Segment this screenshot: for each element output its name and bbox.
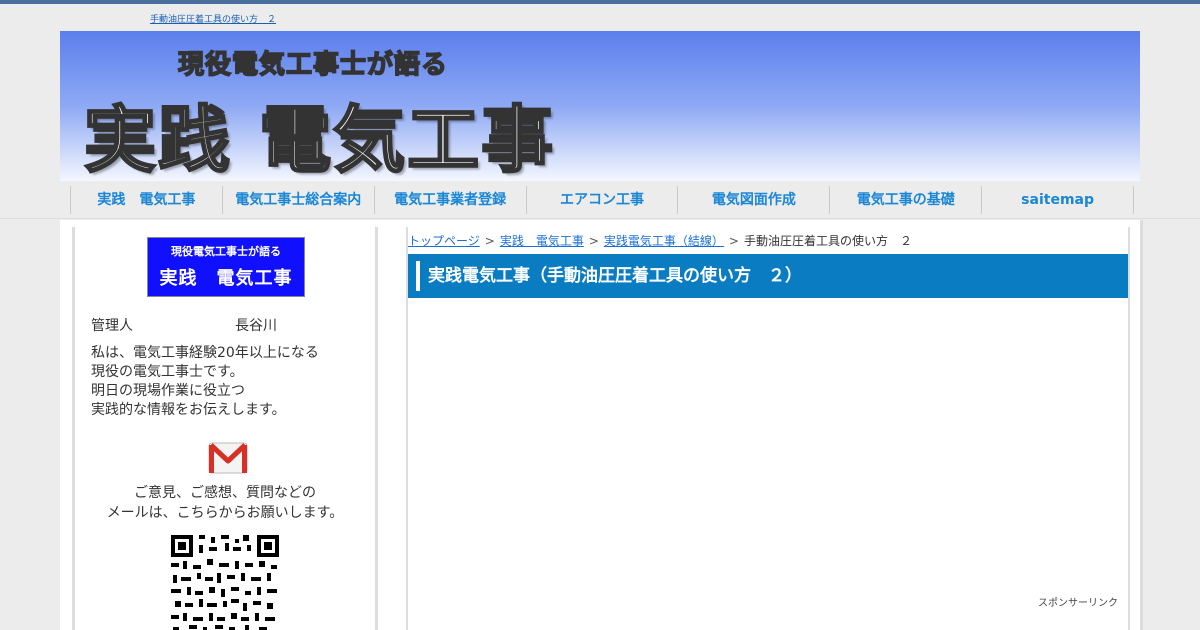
breadcrumb: トップページ > 実践 電気工事 > 実践電気工事（結線） > 手動油圧圧着工具の使い方 ２ bbox=[408, 232, 912, 249]
sponsor-label: スポンサーリンク bbox=[1038, 598, 1118, 609]
nav-item-jissen[interactable]: 実践 電気工事 bbox=[70, 186, 222, 214]
contact-line: ご意見、ご感想、質問などの bbox=[134, 485, 316, 501]
main-column: トップページ > 実践 電気工事 > 実践電気工事（結線） > 手動油圧圧着工具の使い方 ２… bbox=[406, 227, 1130, 630]
admin-info: 管理人 長谷川 bbox=[91, 315, 277, 335]
intro-line: 明日の現場作業に役立つ bbox=[91, 383, 245, 399]
right-edge bbox=[1140, 220, 1143, 630]
contact-line: メールは、こちらからお願いします。 bbox=[106, 505, 344, 521]
gmail-icon[interactable] bbox=[207, 437, 249, 479]
intro-line: 実践的な情報をお伝えします。 bbox=[91, 402, 286, 418]
top-page-link[interactable]: 手動油圧圧着工具の使い方 ２ bbox=[150, 12, 276, 25]
nav-item-sitemap[interactable]: saitemap bbox=[981, 186, 1135, 214]
header-subtitle: 現役電気工事士が語る bbox=[177, 49, 449, 81]
nav-item-basics[interactable]: 電気工事の基礎 bbox=[829, 186, 981, 214]
breadcrumb-separator: > bbox=[728, 234, 739, 248]
contact-text: ご意見、ご感想、質問などの メールは、こちらからお願いします。 bbox=[75, 483, 375, 523]
breadcrumb-separator: > bbox=[588, 234, 599, 248]
nav-item-drawing[interactable]: 電気図面作成 bbox=[677, 186, 829, 214]
content-area: 現役電気工事士が語る 実践 電気工事 管理人 長谷川 私は、電気工事経験20年以… bbox=[60, 220, 1142, 630]
admin-name: 長谷川 bbox=[235, 318, 277, 334]
intro-line: 私は、電気工事経験20年以上になる bbox=[91, 345, 319, 361]
nav-item-contractor-registration[interactable]: 電気工事業者登録 bbox=[373, 186, 526, 214]
header-title: 実践 電気工事 bbox=[83, 97, 556, 184]
admin-label: 管理人 bbox=[91, 318, 133, 334]
qr-code-icon bbox=[169, 533, 281, 630]
intro-text: 私は、電気工事経験20年以上になる 現役の電気工事士です。 明日の現場作業に役立… bbox=[91, 344, 319, 420]
sidebar-logo-line2: 実践 電気工事 bbox=[159, 268, 293, 289]
sidebar: 現役電気工事士が語る 実践 電気工事 管理人 長谷川 私は、電気工事経験20年以… bbox=[72, 227, 378, 630]
breadcrumb-link-jissen[interactable]: 実践 電気工事 bbox=[500, 234, 584, 248]
nav-bar: 実践 電気工事 電気工事士総合案内 電気工事業者登録 エアコン工事 電気図面作成… bbox=[0, 181, 1200, 219]
nav-item-aircon[interactable]: エアコン工事 bbox=[525, 186, 678, 214]
breadcrumb-current: 手動油圧圧着工具の使い方 ２ bbox=[743, 234, 912, 248]
breadcrumb-separator: > bbox=[484, 234, 495, 248]
sidebar-logo-line1: 現役電気工事士が語る bbox=[171, 245, 281, 258]
title-accent bbox=[416, 261, 420, 291]
sidebar-logo[interactable]: 現役電気工事士が語る 実践 電気工事 bbox=[147, 237, 305, 297]
nav-item-electrician-guide[interactable]: 電気工事士総合案内 bbox=[221, 186, 374, 214]
top-border bbox=[0, 0, 1200, 4]
article-title: 実践電気工事（手動油圧圧着工具の使い方 ２） bbox=[428, 266, 802, 286]
breadcrumb-link-kessen[interactable]: 実践電気工事（結線） bbox=[604, 234, 724, 248]
global-nav: 実践 電気工事 電気工事士総合案内 電気工事業者登録 エアコン工事 電気図面作成… bbox=[70, 186, 1135, 214]
site-header: 現役電気工事士が語る 実践 電気工事 bbox=[60, 31, 1140, 183]
article-title-bar: 実践電気工事（手動油圧圧着工具の使い方 ２） bbox=[408, 254, 1128, 298]
intro-line: 現役の電気工事士です。 bbox=[91, 364, 244, 380]
breadcrumb-link-top[interactable]: トップページ bbox=[408, 234, 480, 248]
